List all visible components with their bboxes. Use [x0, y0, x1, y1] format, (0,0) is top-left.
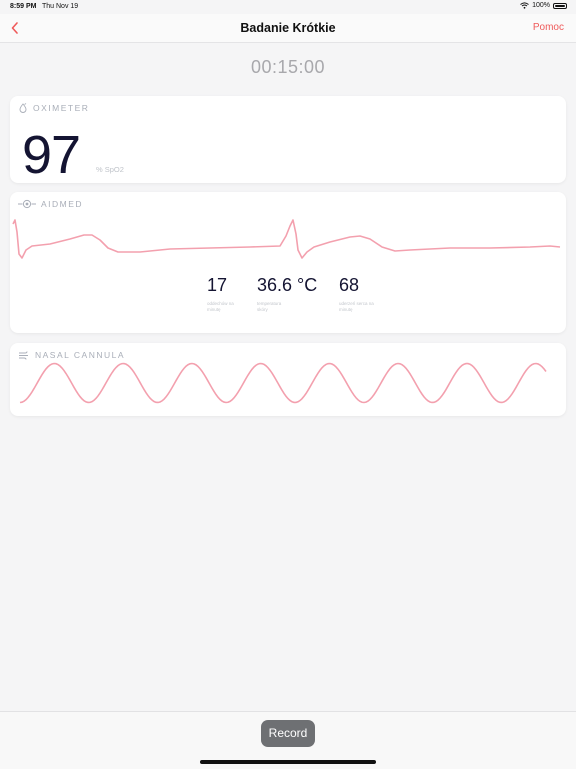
record-button[interactable]: Record: [261, 720, 315, 747]
heart-rate-label: uderzeń serca na minutę: [339, 301, 374, 312]
status-date: Thu Nov 19: [42, 3, 79, 10]
navigation-bar: Badanie Krótkie Pomoc: [0, 14, 576, 43]
home-indicator: [200, 760, 376, 764]
drop-icon: [19, 103, 27, 113]
bottom-toolbar: Record: [0, 711, 576, 769]
status-bar: 8:59 PM Thu Nov 19 100%: [0, 0, 576, 14]
airflow-waveform: [19, 362, 547, 404]
help-button[interactable]: Pomoc: [533, 22, 564, 33]
oximeter-title: OXIMETER: [33, 103, 90, 113]
spo2-unit: % SpO2: [96, 165, 124, 174]
temperature-label: temperatura skóry: [257, 301, 282, 312]
ecg-line: [12, 219, 561, 259]
heart-rate-value: 68: [339, 275, 360, 295]
wifi-icon: [520, 2, 529, 9]
spo2-value: 97: [22, 125, 81, 185]
battery-icon: [553, 2, 567, 9]
oximeter-header: OXIMETER: [18, 103, 89, 113]
page-title: Badanie Krótkie: [240, 21, 336, 35]
nasal-cannula-card: NASAL CANNULA: [10, 343, 566, 416]
breath-rate-label: oddechów na minutę: [207, 301, 234, 312]
session-timer: 00:15:00: [250, 57, 326, 77]
heart-rate-metric: 68 uderzeń serca na minutę: [339, 275, 381, 313]
airflow-line: [19, 362, 547, 404]
battery-percent: 100%: [532, 2, 550, 9]
status-time: 8:59 PM: [10, 3, 37, 10]
aidmed-card: AIDMED 17 oddechów na minutę 36.6 °C tem…: [10, 192, 566, 333]
temperature-metric: 36.6 °C temperatura skóry: [257, 275, 317, 313]
breath-rate-metric: 17 oddechów na minutę: [207, 275, 241, 313]
temperature-value: 36.6 °C: [257, 275, 318, 295]
status-right: 100%: [520, 2, 567, 9]
ecg-waveform: [12, 219, 561, 259]
breath-rate-value: 17: [207, 275, 228, 295]
oximeter-card: OXIMETER 97 % SpO2: [10, 96, 566, 185]
